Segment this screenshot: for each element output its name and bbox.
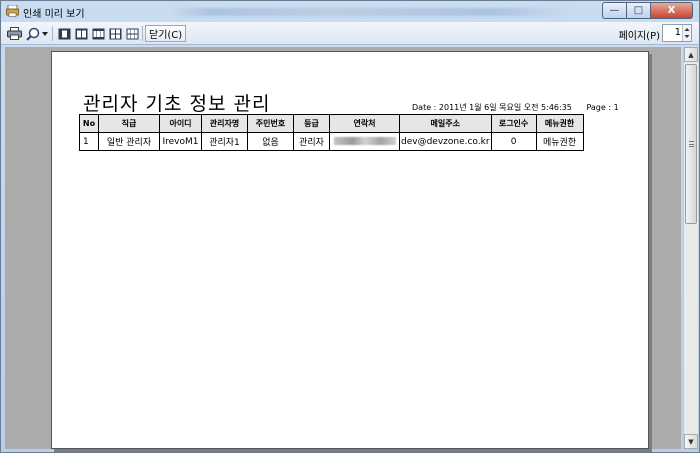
cell-menu-auth: 메뉴권한 <box>535 132 584 151</box>
blurred-phone <box>333 137 396 145</box>
three-pages-button[interactable] <box>91 25 106 42</box>
report-title: 관리자 기초 정보 관리 <box>83 93 271 115</box>
toolbar-separator <box>52 26 53 41</box>
admin-table: No 직급 아이디 관리자명 주민번호 등급 연락처 메일주소 로그인수 메뉴권… <box>79 114 584 151</box>
column-header: 로그인수 <box>490 114 537 133</box>
report-page: 관리자 기초 정보 관리 Date : 2011년 1월 6일 목요일 오전 5… <box>51 51 649 449</box>
column-header: 등급 <box>293 114 330 133</box>
cell-grade: 관리자 <box>293 132 330 151</box>
four-pages-button[interactable] <box>108 25 123 42</box>
chevron-down-icon <box>42 31 48 36</box>
six-pages-button[interactable] <box>125 25 140 42</box>
page-number-value: 1 <box>674 27 681 38</box>
cell-phone <box>329 132 400 151</box>
preview-toolbar: 닫기(C) 페이지(P) 1 <box>1 22 699 45</box>
maximize-icon: □ <box>633 5 644 16</box>
column-header: 주민번호 <box>247 114 294 133</box>
print-button[interactable] <box>6 25 23 42</box>
scroll-down-button[interactable]: ▼ <box>684 434 698 449</box>
six-pages-icon <box>126 28 139 39</box>
cell-ssn: 없음 <box>247 132 294 151</box>
column-header: 연락처 <box>329 114 400 133</box>
vertical-scrollbar[interactable]: ▲ ▼ <box>683 47 698 449</box>
zoom-icon <box>26 27 40 41</box>
page-label: 페이지(P) <box>618 31 660 42</box>
table-row: 1 일반 관리자 IrevoM1 관리자1 없음 관리자 dev@devzone… <box>79 132 584 151</box>
grip-icon <box>689 141 694 147</box>
print-icon <box>7 27 22 40</box>
zoom-dropdown[interactable] <box>41 25 49 42</box>
print-preview-window: 인쇄 미리 보기 — □ X 닫기(C) 페이지(P) 1 관리자 기초 정보 … <box>0 0 700 453</box>
column-header: 메일주소 <box>399 114 492 133</box>
zoom-button[interactable] <box>25 25 41 42</box>
cell-email: dev@devzone.co.kr <box>399 132 492 151</box>
spinner-arrows-icon <box>684 28 690 38</box>
minimize-icon: — <box>609 5 620 16</box>
scroll-thumb[interactable] <box>685 64 697 224</box>
four-pages-icon <box>109 28 122 39</box>
report-meta: Date : 2011년 1월 6일 목요일 오전 5:46:35 Page :… <box>412 102 619 113</box>
one-page-icon <box>58 28 71 39</box>
preview-area: 관리자 기초 정보 관리 Date : 2011년 1월 6일 목요일 오전 5… <box>5 47 681 449</box>
report-date: Date : 2011년 1월 6일 목요일 오전 5:46:35 <box>412 103 572 112</box>
cell-rank: 일반 관리자 <box>98 132 160 151</box>
maximize-button[interactable]: □ <box>627 2 651 19</box>
scroll-up-button[interactable]: ▲ <box>684 47 698 62</box>
page-spinner[interactable] <box>682 25 691 41</box>
page-number-stepper[interactable]: 1 <box>662 24 692 42</box>
scroll-up-icon: ▲ <box>688 50 694 59</box>
close-preview-button[interactable]: 닫기(C) <box>145 25 187 42</box>
window-title: 인쇄 미리 보기 <box>23 9 85 20</box>
column-header: 아이디 <box>159 114 202 133</box>
two-pages-button[interactable] <box>74 25 89 42</box>
report-page-number: Page : 1 <box>586 103 619 112</box>
column-header: No <box>79 114 99 133</box>
column-header: 관리자명 <box>201 114 248 133</box>
table-header-row: No 직급 아이디 관리자명 주민번호 등급 연락처 메일주소 로그인수 메뉴권… <box>79 114 584 133</box>
column-header: 직급 <box>98 114 160 133</box>
scroll-down-icon: ▼ <box>688 437 694 446</box>
column-header: 메뉴권한 <box>535 114 584 133</box>
cell-logins: 0 <box>490 132 537 151</box>
window-controls: — □ X <box>602 2 693 19</box>
app-icon <box>6 5 19 17</box>
two-pages-icon <box>75 28 88 39</box>
one-page-button[interactable] <box>57 25 72 42</box>
minimize-button[interactable]: — <box>602 2 627 19</box>
close-window-button[interactable]: X <box>651 2 693 19</box>
close-icon: X <box>667 5 676 16</box>
title-bar: 인쇄 미리 보기 — □ X <box>1 1 699 22</box>
blurred-background-tabs <box>171 8 571 16</box>
cell-name: 관리자1 <box>201 132 248 151</box>
cell-id: IrevoM1 <box>159 132 202 151</box>
three-pages-icon <box>92 28 105 39</box>
cell-no: 1 <box>79 132 99 151</box>
toolbar-separator <box>142 26 143 41</box>
